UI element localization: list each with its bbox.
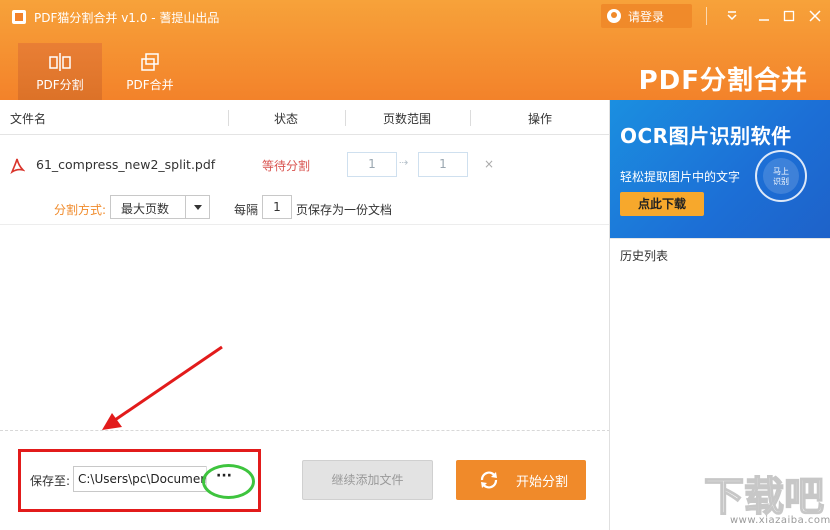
page-range-to-input[interactable]: 1 <box>418 152 468 177</box>
user-icon <box>607 9 621 23</box>
title-bar: PDF猫分割合并 v1.0 - 蓍提山出品 请登录 PDF分割 PDF合并 PD… <box>0 0 830 100</box>
drop-area-divider <box>0 430 610 431</box>
table-row: 61_compress_new2_split.pdf 等待分割 1 ⇢ 1 × … <box>0 135 610 225</box>
app-logo-icon <box>12 10 26 24</box>
split-mode-value: 最大页数 <box>121 202 170 216</box>
annotation-circle <box>202 464 255 499</box>
tab-pdf-split-label: PDF分割 <box>36 78 84 92</box>
recognize-badge-icon: 马上 识别 <box>755 150 807 202</box>
start-split-label: 开始分割 <box>516 474 569 490</box>
split-mode-label: 分割方式: <box>54 203 107 217</box>
tab-pdf-merge[interactable]: PDF合并 <box>108 43 192 100</box>
maximize-icon <box>783 10 795 22</box>
status-text: 等待分割 <box>262 159 311 173</box>
merge-icon <box>141 53 159 71</box>
minimize-button[interactable] <box>754 6 774 26</box>
history-divider <box>610 238 830 239</box>
pdf-file-icon <box>10 158 25 174</box>
split-mode-select[interactable]: 最大页数 <box>110 195 210 219</box>
ad-download-button[interactable]: 点此下载 <box>620 192 704 216</box>
tab-pdf-merge-label: PDF合并 <box>126 78 174 92</box>
refresh-icon <box>480 471 498 489</box>
close-button[interactable] <box>805 6 825 26</box>
column-divider <box>345 110 346 126</box>
login-label: 请登录 <box>628 9 665 24</box>
ad-subtitle: 轻松提取图片中的文字 <box>620 170 741 184</box>
chevron-down-icon <box>727 11 737 21</box>
column-header-status: 状态 <box>274 112 299 126</box>
ad-title: OCR图片识别软件 <box>620 124 792 148</box>
minimize-icon <box>759 19 769 21</box>
continue-add-files-button[interactable]: 继续添加文件 <box>302 460 433 500</box>
column-header-file-name: 文件名 <box>10 112 47 126</box>
svg-text:下载吧: 下载吧 <box>704 474 824 520</box>
file-name: 61_compress_new2_split.pdf <box>36 157 216 172</box>
split-icon <box>49 53 71 71</box>
menu-dropdown-button[interactable] <box>722 6 742 26</box>
remove-file-button[interactable]: × <box>484 157 494 171</box>
arrow-right-icon: ⇢ <box>399 156 409 169</box>
start-split-button[interactable]: 开始分割 <box>456 460 586 500</box>
title-divider <box>706 7 707 25</box>
badge-line-1: 马上 <box>773 167 789 176</box>
ocr-ad-banner[interactable]: OCR图片识别软件 轻松提取图片中的文字 点此下载 马上 识别 <box>610 100 830 238</box>
column-divider <box>228 110 229 126</box>
pages-per-file-input[interactable]: 1 <box>262 195 292 219</box>
save-as-document-label: 页保存为一份文档 <box>296 203 393 217</box>
window-title: PDF猫分割合并 v1.0 - 蓍提山出品 <box>34 11 220 25</box>
history-list-label: 历史列表 <box>620 249 669 263</box>
maximize-button[interactable] <box>779 6 799 26</box>
brand-banner-text: PDF分割合并 <box>638 66 808 96</box>
page-range-from-input[interactable]: 1 <box>347 152 397 177</box>
watermark-url: www.xiazaiba.com <box>730 515 830 526</box>
caret-down-icon <box>185 196 209 218</box>
close-icon <box>809 10 821 22</box>
every-label: 每隔 <box>234 203 259 217</box>
file-table-header: 文件名 状态 页数范围 操作 <box>0 100 610 135</box>
column-header-page-range: 页数范围 <box>383 112 432 126</box>
column-header-actions: 操作 <box>528 112 553 126</box>
column-divider <box>470 110 471 126</box>
badge-line-2: 识别 <box>773 177 789 186</box>
tab-pdf-split[interactable]: PDF分割 <box>18 43 102 100</box>
login-button[interactable]: 请登录 <box>601 4 692 28</box>
